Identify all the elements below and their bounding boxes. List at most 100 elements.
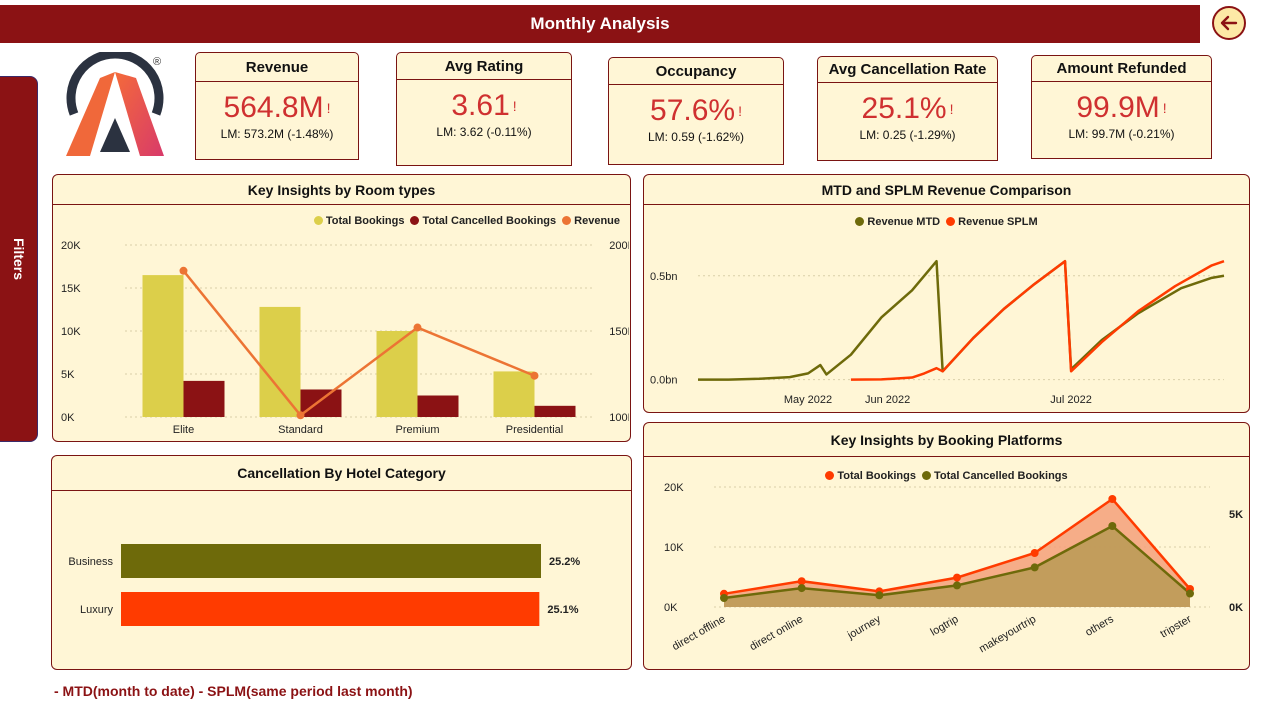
revenue-comparison-chart: 0.0bn 0.5bn May 2022 Jun 2022 Jul 2022	[650, 259, 1225, 406]
alert-icon: !	[512, 98, 517, 114]
kpi-last-month: LM: 0.25 (-1.29%)	[859, 128, 956, 142]
back-button[interactable]	[1212, 6, 1246, 40]
cancelled-bookings-point	[1030, 563, 1039, 572]
x-tick-label: others	[1083, 613, 1116, 639]
bar-cancelled-bookings	[183, 380, 225, 417]
x-tick-label: May 2022	[784, 394, 832, 406]
kpi-title: Revenue	[195, 52, 359, 82]
revenue-mtd-line	[698, 259, 1225, 381]
revenue-line	[182, 270, 535, 418]
kpi-body: 57.6%! LM: 0.59 (-1.62%)	[608, 85, 784, 165]
y2-tick-label: 100M	[609, 412, 629, 424]
x-tick-label: Jun 2022	[865, 394, 910, 406]
total-bookings-point	[1030, 549, 1039, 557]
bar-luxury	[121, 592, 540, 626]
x-tick-label: Premium	[395, 424, 439, 436]
revenue-point	[179, 266, 188, 275]
kpi-body: 3.61! LM: 3.62 (-0.11%)	[396, 80, 572, 166]
x-tick-label: Elite	[173, 424, 194, 436]
cancelled-bookings-point	[797, 584, 806, 593]
data-label: 25.1%	[547, 604, 578, 616]
cancelled-bookings-point	[1186, 589, 1194, 598]
kpi-title: Avg Rating	[396, 52, 572, 80]
kpi-last-month: LM: 3.62 (-0.11%)	[436, 125, 532, 139]
y-tick-label: 0K	[664, 602, 678, 614]
kpi-body: 99.9M! LM: 99.7M (-0.21%)	[1031, 82, 1212, 159]
y-tick-label: 10K	[61, 326, 81, 338]
y2-tick-label: 150M	[609, 326, 629, 338]
kpi-title: Amount Refunded	[1031, 55, 1212, 82]
x-tick-label: direct offline	[670, 613, 727, 653]
total-bookings-point	[797, 577, 806, 586]
panel-title: Key Insights by Booking Platforms	[644, 423, 1249, 457]
x-tick-label: Presidential	[506, 424, 563, 436]
kpi-value-row: 3.61!	[397, 90, 571, 122]
category-label: Luxury	[80, 604, 114, 616]
x-tick-label: logtrip	[929, 613, 961, 638]
page-title-bar: Monthly Analysis	[0, 5, 1200, 43]
hotel-category-panel: Cancellation By Hotel Category Business 2…	[51, 455, 632, 670]
bar-cancelled-bookings	[534, 405, 576, 417]
kpi-body: 25.1%! LM: 0.25 (-1.29%)	[817, 83, 998, 161]
total-bookings-point	[1108, 495, 1117, 503]
panel-title: Key Insights by Room types	[53, 175, 630, 205]
panel-title: Cancellation By Hotel Category	[52, 456, 631, 491]
booking-platforms-chart: 0K 10K 20K 0K 5K direct offline direct online j…	[664, 482, 1243, 655]
kpi-title: Occupancy	[608, 57, 784, 85]
revenue-point	[530, 371, 539, 380]
kpi-value: 3.61	[451, 89, 510, 122]
y-tick-label: 0.0bn	[650, 375, 678, 387]
y-tick-label: 0.5bn	[650, 271, 678, 283]
kpi-value: 564.8M	[223, 91, 324, 124]
y2-tick-label: 5K	[1229, 509, 1243, 521]
cancelled-bookings-point	[953, 581, 961, 590]
arrow-left-icon	[1220, 15, 1238, 31]
registered-mark: ®	[153, 56, 162, 68]
kpi-body: 564.8M! LM: 573.2M (-1.48%)	[195, 82, 359, 160]
kpi-value-row: 25.1%!	[818, 93, 997, 125]
kpi-last-month: LM: 573.2M (-1.48%)	[220, 127, 334, 141]
x-tick-label: tripster	[1158, 613, 1193, 640]
kpi-value: 25.1%	[861, 92, 947, 125]
room-types-panel: Key Insights by Room types Total Booking…	[52, 174, 631, 442]
y2-tick-label: 0K	[1229, 602, 1243, 614]
revenue-comparison-panel: MTD and SPLM Revenue Comparison Revenue …	[643, 174, 1250, 413]
revenue-point	[413, 323, 422, 332]
kpi-last-month: LM: 99.7M (-0.21%)	[1068, 127, 1175, 141]
revenue-point	[296, 411, 305, 420]
bar-cancelled-bookings	[417, 395, 459, 417]
alert-icon: !	[1162, 100, 1167, 116]
kpi-value-row: 99.9M!	[1032, 92, 1211, 124]
cancelled-bookings-point	[875, 591, 884, 600]
filters-label: Filters	[10, 237, 27, 281]
bar-cancelled-bookings	[300, 389, 342, 417]
booking-platforms-panel: Key Insights by Booking Platforms Total …	[643, 422, 1250, 670]
bar-total-bookings	[142, 275, 184, 417]
company-logo: ®	[60, 49, 170, 162]
kpi-value-row: 564.8M!	[196, 92, 358, 124]
bar-total-bookings	[259, 306, 301, 417]
x-tick-label: Standard	[278, 424, 323, 436]
logo-mark-icon	[66, 49, 164, 156]
cancelled-bookings-point	[1108, 522, 1117, 530]
x-tick-label: journey	[845, 613, 884, 642]
y2-tick-label: 200M	[609, 240, 629, 252]
total-bookings-point	[953, 573, 961, 582]
y-tick-label: 15K	[61, 283, 81, 295]
alert-icon: !	[949, 101, 954, 117]
footnote: - MTD(month to date) - SPLM(same period …	[54, 683, 413, 699]
x-tick-label: direct online	[748, 613, 805, 653]
category-label: Business	[68, 556, 113, 568]
y-tick-label: 0K	[61, 412, 75, 424]
filters-tab[interactable]: Filters	[0, 76, 38, 442]
x-tick-label: makeyourtrip	[977, 613, 1038, 655]
data-label: 25.2%	[549, 556, 580, 568]
y-tick-label: 20K	[61, 240, 81, 252]
y-tick-label: 20K	[664, 482, 684, 494]
alert-icon: !	[326, 100, 331, 116]
kpi-value: 99.9M	[1076, 91, 1160, 124]
kpi-value-row: 57.6%!	[609, 95, 783, 127]
hotel-category-chart: Business 25.2% Luxury 25.1%	[68, 544, 580, 626]
x-tick-label: Jul 2022	[1050, 394, 1092, 406]
kpi-last-month: LM: 0.59 (-1.62%)	[647, 130, 745, 144]
